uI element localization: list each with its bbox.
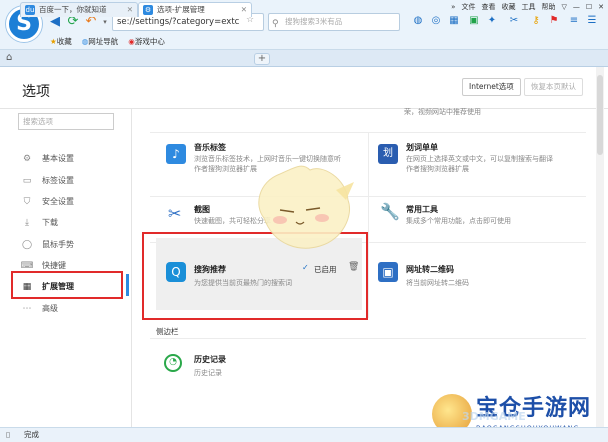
mouse-icon: ◯: [21, 240, 33, 250]
tool-icon[interactable]: ✦: [484, 13, 500, 29]
sidebar-selection-indicator: [126, 274, 129, 296]
extension-name: 截图: [194, 205, 210, 214]
internet-options-button[interactable]: Internet选项: [462, 78, 521, 96]
address-text: se://settings/?category=extc: [117, 17, 240, 27]
tab-extensions[interactable]: ⚙ 选项-扩展管理 ✕: [138, 2, 252, 17]
bookmark-bar: ★收藏 ◍网址导航 ◉游戏中心: [50, 36, 165, 48]
status-bar: ▯ 完成: [0, 427, 608, 442]
extension-desc: 将当前网址转二维码: [406, 279, 469, 287]
menu-tools[interactable]: 工具: [521, 2, 535, 12]
translate-icon: 划: [378, 144, 398, 164]
scissors-icon: ✂: [168, 204, 182, 223]
sidebar-item-basic[interactable]: ⚙ 基本设置: [20, 151, 120, 167]
page-title: 选项: [22, 84, 50, 100]
star-icon: ★: [50, 37, 57, 46]
sidebar-item-security[interactable]: ⛉ 安全设置: [20, 194, 120, 210]
tab-bar: [0, 50, 608, 67]
watermark-alt: 3DMGAME: [462, 410, 526, 423]
extension-name: 历史记录: [194, 355, 226, 364]
settings-tab-icon: ⚙: [143, 5, 153, 15]
refresh-icon[interactable]: ⟳: [66, 15, 80, 29]
grid-app-icon[interactable]: ▦: [446, 13, 462, 29]
divider: [150, 338, 586, 339]
sidebar-item-download[interactable]: ⤓ 下载: [20, 215, 120, 231]
top-note: 荣，视频网站中推荐使用: [404, 108, 481, 116]
undo-icon[interactable]: ↶: [84, 15, 98, 29]
bookmark-favorites[interactable]: ★收藏: [50, 36, 72, 48]
download-icon: ⤓: [25, 218, 29, 228]
extension-author: 作者搜狗浏览器扩展: [194, 165, 257, 173]
menu-favorites[interactable]: 收藏: [501, 2, 515, 12]
more-icon: ⋯: [22, 304, 32, 314]
menu-bar: » 文件 查看 收藏 工具 帮助 ▽ — ☐ ✕: [451, 2, 604, 12]
sidebar-item-gestures[interactable]: ◯ 鼠标手势: [20, 237, 120, 253]
divider-vertical: [368, 132, 369, 318]
shield-icon: ⛉: [23, 197, 31, 207]
home-icon[interactable]: ⌂: [6, 52, 12, 63]
chevron-down-icon[interactable]: ▾: [98, 15, 112, 29]
scissors-toolbar-icon[interactable]: ✂: [506, 13, 522, 29]
page-scrollbar[interactable]: [596, 67, 604, 427]
shield-green-icon[interactable]: ▣: [466, 13, 482, 29]
music-icon: ♪: [166, 144, 186, 164]
extension-name: 划词单单: [406, 143, 438, 152]
back-icon[interactable]: ◀: [48, 15, 62, 29]
search-input[interactable]: ⚲ 搜狗搜索3米有品: [268, 13, 400, 31]
tab-close-icon[interactable]: ✕: [127, 3, 133, 17]
skin-icon[interactable]: ▽: [561, 2, 566, 12]
maximize-icon[interactable]: ☐: [586, 2, 592, 12]
key-icon[interactable]: ⚷: [528, 13, 544, 29]
bookmark-games[interactable]: ◉游戏中心: [128, 36, 165, 48]
highlight-box-sidebar: [11, 271, 123, 299]
tab-close-icon[interactable]: ✕: [241, 3, 247, 17]
minimize-icon[interactable]: —: [573, 2, 580, 12]
menu-view[interactable]: 查看: [481, 2, 495, 12]
extension-desc: 历史记录: [194, 369, 222, 377]
more-tools-icon[interactable]: ≡: [566, 13, 582, 29]
page-status-icon: ▯: [6, 430, 11, 439]
status-text: 完成: [24, 430, 39, 439]
wrench-icon: 🔧: [380, 202, 400, 221]
extension-card-translate[interactable]: 划 划词单单 在网页上选择英文或中文，可以复制搜索与翻译 作者搜狗浏览器扩展: [378, 140, 588, 210]
baidu-icon: du: [25, 5, 35, 15]
tab-baidu[interactable]: du 百度一下，你就知道 ✕: [20, 2, 138, 17]
search-icon: ⚲: [272, 19, 279, 29]
tab-icon: ▭: [22, 176, 32, 186]
menu-help[interactable]: 帮助: [541, 2, 555, 12]
extension-desc: 在网页上选择英文或中文，可以复制搜索与翻译: [406, 155, 553, 163]
scrollbar-thumb[interactable]: [597, 75, 603, 155]
options-search-input[interactable]: 搜索选项: [18, 113, 114, 130]
extension-name: 网址转二维码: [406, 265, 454, 274]
restore-defaults-button[interactable]: 恢复本页默认: [524, 78, 583, 96]
menu-icon[interactable]: ☰: [584, 13, 600, 29]
history-icon: ◔: [164, 354, 182, 372]
extension-author: 作者搜狗浏览器扩展: [406, 165, 469, 173]
close-icon[interactable]: ✕: [598, 2, 604, 12]
user-icon[interactable]: ◍: [410, 13, 426, 29]
extension-desc: 集成多个常用功能，点击即可使用: [406, 217, 511, 225]
extension-name: 常用工具: [406, 205, 438, 214]
mascot-overlay-icon: [258, 165, 354, 249]
window-mode-icon[interactable]: »: [451, 2, 455, 12]
sync-icon[interactable]: ◎: [428, 13, 444, 29]
new-tab-button[interactable]: +: [254, 53, 270, 65]
flag-icon[interactable]: ⚑: [546, 13, 562, 29]
section-title-sidebar: 侧边栏: [156, 327, 179, 336]
bookmark-nav[interactable]: ◍网址导航: [82, 36, 119, 48]
sidebar-item-advanced[interactable]: ⋯ 高级: [20, 301, 120, 317]
extension-card-qrcode[interactable]: ▣ 网址转二维码 将当前网址转二维码: [378, 260, 588, 330]
sidebar-item-tabs[interactable]: ▭ 标签设置: [20, 173, 120, 189]
menu-file[interactable]: 文件: [461, 2, 475, 12]
extension-name: 音乐标签: [194, 143, 226, 152]
qrcode-icon: ▣: [378, 262, 398, 282]
gear-icon: ⚙: [22, 154, 32, 164]
